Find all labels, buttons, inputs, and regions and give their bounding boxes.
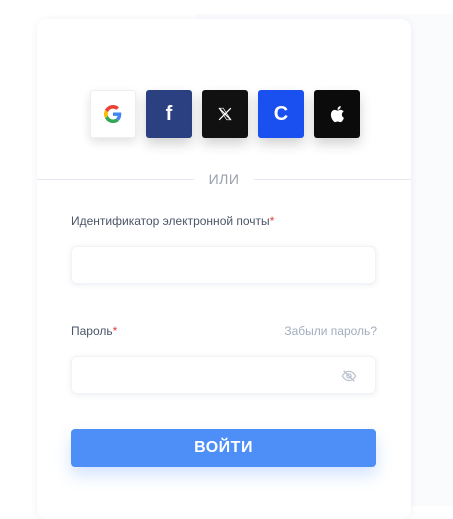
c-icon: C [273,102,289,125]
login-card: f C ИЛИ Идентификатор электронной почты*… [37,19,411,519]
social-login-row: f C [90,90,360,138]
apple-icon [330,106,344,123]
x-icon [218,107,232,121]
google-login-button[interactable] [90,90,136,138]
facebook-login-button[interactable]: f [146,90,192,138]
forgot-password-link[interactable]: Забыли пароль? [284,324,377,338]
password-field[interactable] [71,356,376,394]
email-label: Идентификатор электронной почты* [71,214,274,228]
google-icon [104,105,122,123]
password-label-text: Пароль [71,324,113,338]
required-mark: * [269,214,275,228]
apple-login-button[interactable] [314,90,360,138]
x-login-button[interactable] [202,90,248,138]
c-login-button[interactable]: C [258,90,304,138]
required-mark: * [112,324,118,338]
login-submit-button[interactable]: ВОЙТИ [71,429,376,467]
password-label: Пароль* [71,324,117,338]
facebook-icon: f [165,102,173,125]
email-label-text: Идентификатор электронной почты [71,214,270,228]
eye-off-icon[interactable] [341,368,357,384]
email-field[interactable] [71,246,376,284]
or-divider-text: ИЛИ [194,169,254,189]
